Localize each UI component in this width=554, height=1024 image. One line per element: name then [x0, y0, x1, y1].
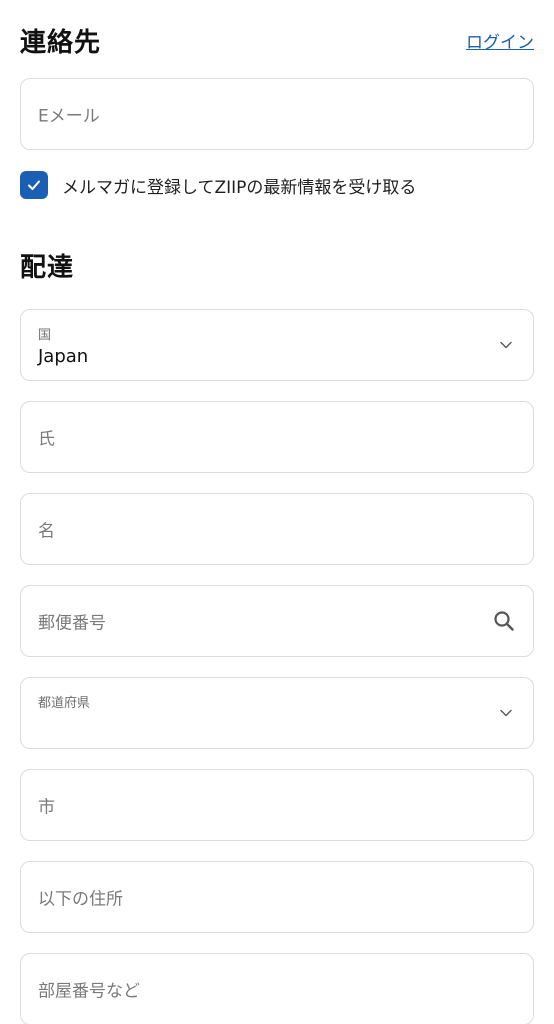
country-select[interactable]: 国 Japan [20, 309, 534, 381]
first-name-field[interactable]: 名 [20, 493, 534, 565]
delivery-fields: 国 Japan 氏 名 郵便番号 都道府県 市 以下の住所 部屋番号など [20, 309, 534, 1024]
first-name-placeholder: 名 [38, 521, 55, 542]
contact-title: 連絡先 [20, 27, 102, 58]
address-placeholder: 以下の住所 [38, 889, 123, 910]
search-icon[interactable] [493, 610, 515, 632]
city-placeholder: 市 [38, 797, 55, 818]
email-field[interactable]: Eメール [20, 78, 534, 150]
apartment-placeholder: 部屋番号など [38, 981, 140, 1002]
postal-code-field[interactable]: 郵便番号 [20, 585, 534, 657]
email-placeholder: Eメール [38, 106, 100, 127]
chevron-down-icon [500, 341, 512, 349]
newsletter-checkbox[interactable] [20, 171, 48, 199]
newsletter-row[interactable]: メルマガに登録してZIIPの最新情報を受け取る [20, 171, 534, 199]
apartment-field[interactable]: 部屋番号など [20, 953, 534, 1024]
country-label: 国 [38, 328, 52, 343]
address-field[interactable]: 以下の住所 [20, 861, 534, 933]
contact-header: 連絡先 ログイン [20, 0, 534, 84]
newsletter-label: メルマガに登録してZIIPの最新情報を受け取る [62, 177, 417, 198]
check-icon [28, 180, 40, 190]
last-name-field[interactable]: 氏 [20, 401, 534, 473]
delivery-title: 配達 [20, 252, 75, 283]
login-link[interactable]: ログイン [466, 28, 534, 53]
checkout-form: 連絡先 ログイン Eメール メルマガに登録してZIIPの最新情報を受け取る 配達… [0, 0, 554, 1024]
chevron-down-icon [500, 709, 512, 717]
delivery-header: 配達 [20, 221, 534, 309]
prefecture-label: 都道府県 [38, 696, 91, 711]
city-field[interactable]: 市 [20, 769, 534, 841]
country-value: Japan [38, 346, 89, 367]
prefecture-select[interactable]: 都道府県 [20, 677, 534, 749]
postal-code-placeholder: 郵便番号 [38, 613, 106, 634]
last-name-placeholder: 氏 [38, 429, 55, 450]
